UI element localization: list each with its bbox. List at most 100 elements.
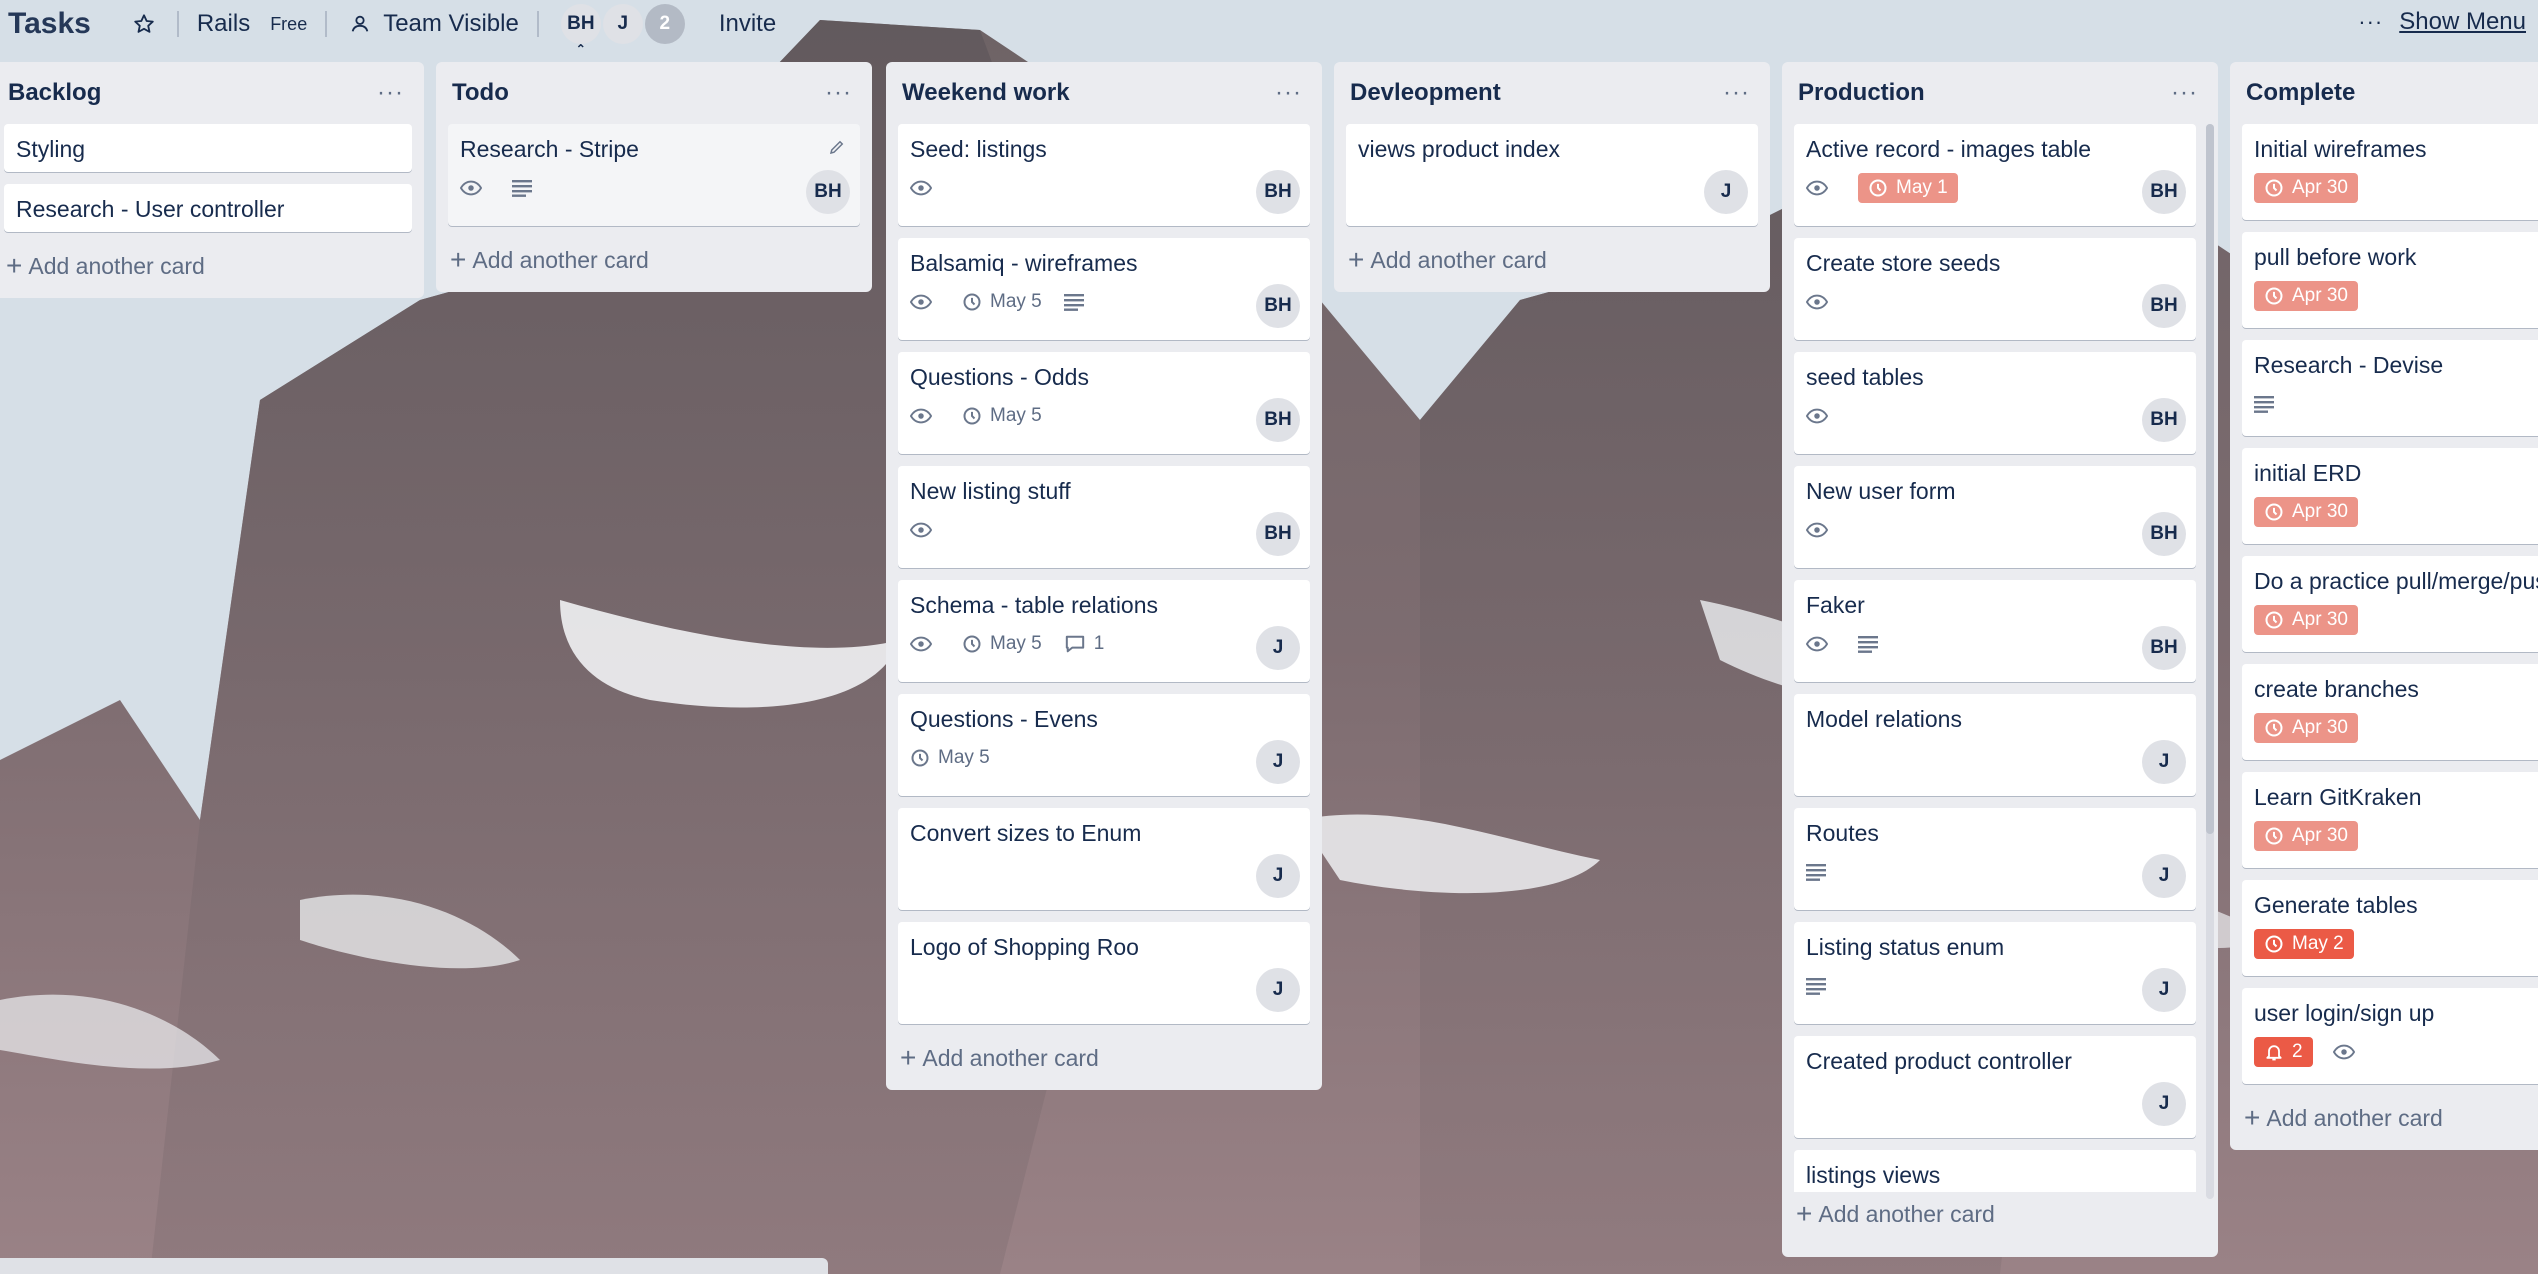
list-menu-icon[interactable]: ··· (2171, 79, 2202, 107)
card[interactable]: Questions - Evens May 5 J (898, 694, 1310, 796)
card-member-avatar[interactable]: J (1256, 626, 1300, 670)
card-member-avatar[interactable]: BH (2142, 626, 2186, 670)
list-scrollbar[interactable] (2206, 124, 2214, 1199)
card-title: listings views (1806, 1162, 1941, 1188)
card[interactable]: Research - User controller (4, 184, 412, 232)
card-member-avatar[interactable]: J (2142, 854, 2186, 898)
card-member-avatar[interactable]: BH (1256, 512, 1300, 556)
card[interactable]: Create store seeds BH (1794, 238, 2196, 340)
list-backlog: Backlog ··· Styling Research - User cont… (0, 62, 424, 298)
add-card-button[interactable]: + Add another card (898, 1036, 1310, 1080)
card-member-avatar[interactable]: J (1704, 170, 1748, 214)
notification-badge[interactable]: 2 (2254, 1037, 2313, 1067)
card-badges (910, 514, 1298, 546)
list-title[interactable]: Devleopment (1350, 79, 1501, 107)
board-members: BH ⌃ J 2 (560, 4, 687, 55)
list-title[interactable]: Todo (452, 79, 509, 107)
add-card-button[interactable]: + Add another card (1346, 238, 1758, 282)
card[interactable]: seed tables BH (1794, 352, 2196, 454)
card[interactable]: Schema - table relations May 5 1 J (898, 580, 1310, 682)
list-title[interactable]: Complete (2246, 79, 2355, 107)
card[interactable]: user login/sign up 2 (2242, 988, 2538, 1084)
card[interactable]: Active record - images table May 1 BH (1794, 124, 2196, 226)
card-member-avatar[interactable]: BH (2142, 284, 2186, 328)
card-member-avatar[interactable]: BH (1256, 284, 1300, 328)
card[interactable]: pull before work Apr 30 (2242, 232, 2538, 328)
card-member-avatar[interactable]: BH (1256, 398, 1300, 442)
card[interactable]: Routes J (1794, 808, 2196, 910)
due-date-badge[interactable]: Apr 30 (2254, 605, 2358, 635)
card[interactable]: Logo of Shopping Roo J (898, 922, 1310, 1024)
card[interactable]: Styling (4, 124, 412, 172)
list-weekend-work: Weekend work ··· Seed: listings BH Balsa… (886, 62, 1322, 1090)
card[interactable]: New user form BH (1794, 466, 2196, 568)
card[interactable]: New listing stuff BH (898, 466, 1310, 568)
add-card-button[interactable]: + Add another card (4, 244, 412, 288)
team-name[interactable]: Rails (197, 10, 250, 38)
due-date-badge[interactable]: Apr 30 (2254, 173, 2358, 203)
card[interactable]: Research - Stripe BH (448, 124, 860, 226)
due-date-badge[interactable]: Apr 30 (2254, 281, 2358, 311)
card[interactable]: Convert sizes to Enum J (898, 808, 1310, 910)
card-member-avatar[interactable]: BH (1256, 170, 1300, 214)
add-card-button[interactable]: + Add another card (448, 238, 860, 282)
card[interactable]: Learn GitKraken Apr 30 (2242, 772, 2538, 868)
card[interactable]: Do a practice pull/merge/push Apr 30 (2242, 556, 2538, 652)
list-menu-icon[interactable]: ··· (377, 79, 408, 107)
card-member-avatar[interactable]: J (2142, 1082, 2186, 1126)
member-avatar[interactable]: BH ⌃ (560, 4, 601, 55)
due-date-badge[interactable]: Apr 30 (2254, 713, 2358, 743)
card-member-avatar[interactable]: BH (2142, 170, 2186, 214)
show-menu-button[interactable]: ··· Show Menu (2358, 8, 2526, 36)
card[interactable]: initial ERD Apr 30 (2242, 448, 2538, 544)
invite-button[interactable]: Invite (719, 10, 776, 38)
visibility-button[interactable]: Team Visible (383, 10, 519, 38)
card[interactable]: Questions - Odds May 5 BH (898, 352, 1310, 454)
list-menu-icon[interactable]: ··· (1275, 79, 1306, 107)
card[interactable]: Seed: listings BH (898, 124, 1310, 226)
due-date-badge[interactable]: May 2 (2254, 929, 2354, 959)
card[interactable]: Model relations J (1794, 694, 2196, 796)
card-member-avatar[interactable]: J (2142, 968, 2186, 1012)
list-title[interactable]: Production (1798, 79, 1925, 107)
card[interactable]: Balsamiq - wireframes May 5 BH (898, 238, 1310, 340)
list-menu-icon[interactable]: ··· (825, 79, 856, 107)
description-icon (1806, 863, 1834, 881)
card-badges (1806, 856, 2184, 888)
card-member-avatar[interactable]: J (1256, 968, 1300, 1012)
list-title[interactable]: Weekend work (902, 79, 1070, 107)
card[interactable]: listings views (1794, 1150, 2196, 1192)
card[interactable]: Faker BH (1794, 580, 2196, 682)
card[interactable]: Listing status enum J (1794, 922, 2196, 1024)
pencil-edit-icon[interactable] (828, 138, 846, 161)
card-member-avatar[interactable]: BH (806, 170, 850, 214)
card[interactable]: Research - Devise (2242, 340, 2538, 436)
card[interactable]: Generate tables May 2 (2242, 880, 2538, 976)
due-date-badge[interactable]: Apr 30 (2254, 497, 2358, 527)
list-scrollbar-thumb[interactable] (2206, 124, 2214, 834)
card-title: Create store seeds (1806, 250, 2001, 276)
card[interactable]: create branches Apr 30 (2242, 664, 2538, 760)
card-member-avatar[interactable]: BH (2142, 512, 2186, 556)
card-member-avatar[interactable]: J (1256, 740, 1300, 784)
board-title[interactable]: Tasks (8, 7, 91, 41)
card-member-avatar[interactable]: BH (2142, 398, 2186, 442)
list-menu-icon[interactable]: ··· (1723, 79, 1754, 107)
card[interactable]: views product index J (1346, 124, 1758, 226)
due-date-badge[interactable]: Apr 30 (2254, 821, 2358, 851)
list-title[interactable]: Backlog (8, 79, 101, 107)
card-member-avatar[interactable]: J (2142, 740, 2186, 784)
card-member-avatar[interactable]: J (1256, 854, 1300, 898)
description-icon (1858, 635, 1886, 653)
card[interactable]: Initial wireframes Apr 30 (2242, 124, 2538, 220)
team-visibility-icon (345, 9, 375, 39)
card[interactable]: Created product controller J (1794, 1036, 2196, 1138)
add-card-button[interactable]: + Add another card (1794, 1192, 2206, 1236)
star-icon[interactable] (129, 9, 159, 39)
card-title: Model relations (1806, 706, 1962, 732)
add-card-button[interactable]: + Add another card (2242, 1096, 2538, 1140)
more-members-badge[interactable]: 2 (644, 4, 685, 44)
card-badges (2254, 388, 2526, 420)
member-avatar[interactable]: J (602, 4, 643, 44)
due-date-badge[interactable]: May 1 (1858, 173, 1958, 203)
